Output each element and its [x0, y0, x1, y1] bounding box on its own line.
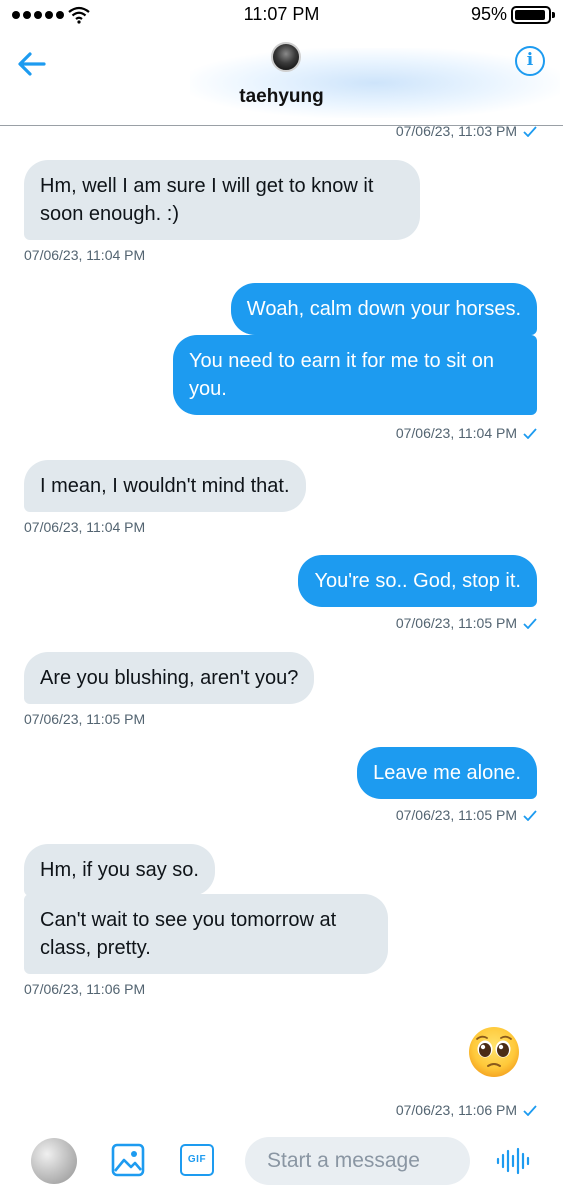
message-timestamp: 07/06/23, 11:05 PM: [24, 711, 146, 727]
incoming-message[interactable]: Are you blushing, aren't you?: [24, 652, 315, 704]
message-timestamp: 07/06/23, 11:05 PM: [396, 807, 537, 823]
incoming-message[interactable]: Hm, well I am sure I will get to know it…: [24, 160, 420, 240]
user-avatar[interactable]: [31, 1138, 77, 1184]
message-timestamp: 07/06/23, 11:06 PM: [396, 1102, 537, 1118]
outgoing-message[interactable]: Leave me alone.: [357, 747, 537, 799]
message-timestamp: 07/06/23, 11:04 PM: [24, 247, 146, 263]
message-timestamp: 07/06/23, 11:06 PM: [24, 981, 146, 997]
message-input[interactable]: [245, 1137, 470, 1185]
conversation-header: taehyung i: [0, 30, 563, 126]
battery-icon: [511, 6, 555, 24]
incoming-message[interactable]: Can't wait to see you tomorrow at class,…: [24, 894, 388, 974]
checkmark-icon: [523, 617, 537, 629]
message-timestamp: 07/06/23, 11:04 PM: [24, 519, 146, 535]
voice-icon[interactable]: [496, 1146, 532, 1176]
checkmark-icon: [523, 427, 537, 439]
outgoing-message[interactable]: You're so.. God, stop it.: [298, 555, 537, 607]
image-icon[interactable]: [110, 1142, 146, 1178]
checkmark-icon: [523, 1104, 537, 1116]
outgoing-message[interactable]: Woah, calm down your horses.: [230, 283, 537, 335]
back-arrow-icon[interactable]: [14, 46, 50, 82]
incoming-message[interactable]: Hm, if you say so.: [24, 844, 215, 896]
message-timestamp: 07/06/23, 11:04 PM: [396, 425, 537, 441]
message-timestamp: 07/06/23, 11:03 PM: [396, 123, 537, 139]
status-bar: 11:07 PM 95%: [0, 0, 563, 30]
battery-percentage: 95%: [470, 4, 507, 24]
checkmark-icon: [523, 125, 537, 137]
checkmark-icon: [523, 809, 537, 821]
info-icon[interactable]: i: [515, 46, 545, 76]
contact-name[interactable]: taehyung: [0, 86, 563, 108]
incoming-message[interactable]: I mean, I wouldn't mind that.: [24, 460, 306, 512]
gif-icon[interactable]: GIF: [180, 1144, 214, 1176]
outgoing-message[interactable]: You need to earn it for me to sit on you…: [173, 335, 537, 415]
contact-avatar[interactable]: [271, 42, 301, 72]
message-composer: GIF: [0, 1130, 563, 1200]
pleading-face-emoji[interactable]: [467, 1025, 521, 1079]
message-timestamp: 07/06/23, 11:05 PM: [396, 615, 537, 631]
